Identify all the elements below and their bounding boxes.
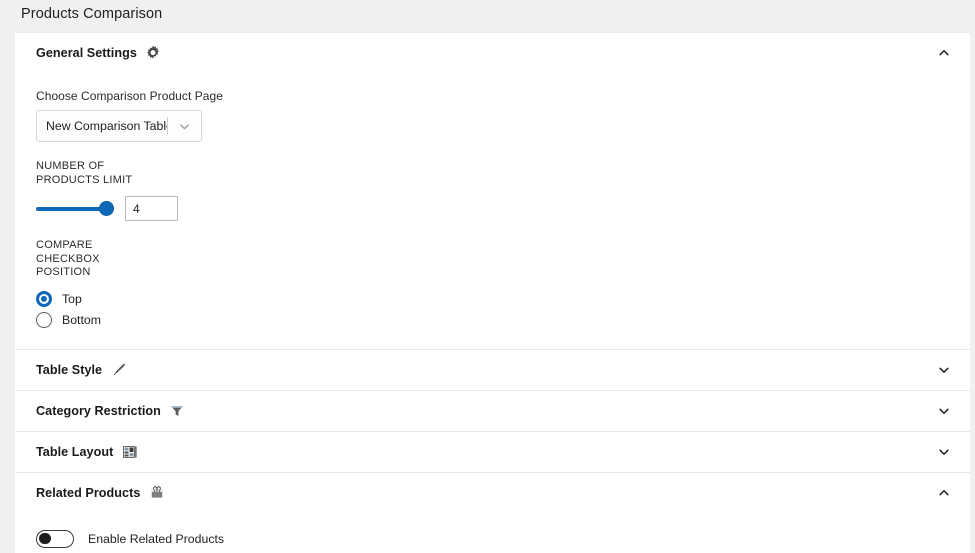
section-header-table-style[interactable]: Table Style: [15, 349, 970, 390]
enable-related-products-toggle[interactable]: [36, 529, 74, 548]
radio-option-bottom[interactable]: Bottom: [36, 310, 949, 330]
products-limit-label: NUMBER OF PRODUCTS LIMIT: [36, 160, 133, 186]
chevron-down-icon-table-style[interactable]: [934, 360, 954, 380]
chevron-up-icon-related-products[interactable]: [934, 483, 954, 503]
comparison-page-select[interactable]: New Comparison Table: [36, 110, 202, 142]
shopping-bag-icon: [148, 484, 165, 501]
enable-related-products-label: Enable Related Products: [88, 531, 225, 546]
page-title: Products Comparison: [21, 6, 163, 22]
section-title-category-restriction: Category Restriction: [36, 403, 161, 418]
slider-thumb[interactable]: [100, 202, 113, 215]
section-title-table-layout: Table Layout: [36, 444, 114, 459]
chevron-down-icon-table-layout[interactable]: [934, 442, 954, 462]
products-limit-slider[interactable]: [36, 201, 113, 217]
paintbrush-icon: [110, 361, 127, 378]
gear-icon: [145, 45, 162, 62]
section-header-related-products[interactable]: Related Products: [15, 472, 970, 513]
section-title-table-style: Table Style: [36, 362, 103, 377]
radio-label-bottom: Bottom: [62, 312, 101, 327]
products-limit-control: [36, 196, 949, 221]
funnel-icon: [169, 402, 186, 419]
settings-card: General Settings Choose Comparison Produ…: [15, 32, 970, 553]
radio-button-bottom[interactable]: [36, 311, 52, 328]
radio-button-top[interactable]: [36, 290, 52, 307]
radio-option-top[interactable]: Top: [36, 289, 949, 309]
enable-related-products-row[interactable]: Enable Related Products: [15, 525, 970, 553]
section-body-general-settings: Choose Comparison Product Page New Compa…: [15, 89, 970, 349]
chevron-up-icon-general-settings[interactable]: [934, 43, 954, 63]
section-title-general-settings: General Settings: [36, 46, 137, 60]
section-header-category-restriction[interactable]: Category Restriction: [15, 390, 970, 431]
chevron-down-icon-category-restriction[interactable]: [934, 401, 954, 421]
chevron-down-icon-select[interactable]: [168, 120, 201, 133]
section-title-related-products: Related Products: [36, 485, 141, 500]
section-header-general-settings[interactable]: General Settings: [15, 33, 970, 73]
comparison-page-selected-value: New Comparison Table: [46, 119, 167, 133]
radio-label-top: Top: [62, 291, 82, 306]
section-header-table-layout[interactable]: Table Layout: [15, 431, 970, 472]
layout-grid-icon: [121, 443, 138, 460]
toggle-knob: [39, 532, 51, 545]
checkbox-position-label: COMPARE CHECKBOX POSITION: [36, 239, 100, 278]
comparison-page-label: Choose Comparison Product Page: [36, 89, 223, 103]
products-limit-input[interactable]: [125, 196, 178, 221]
